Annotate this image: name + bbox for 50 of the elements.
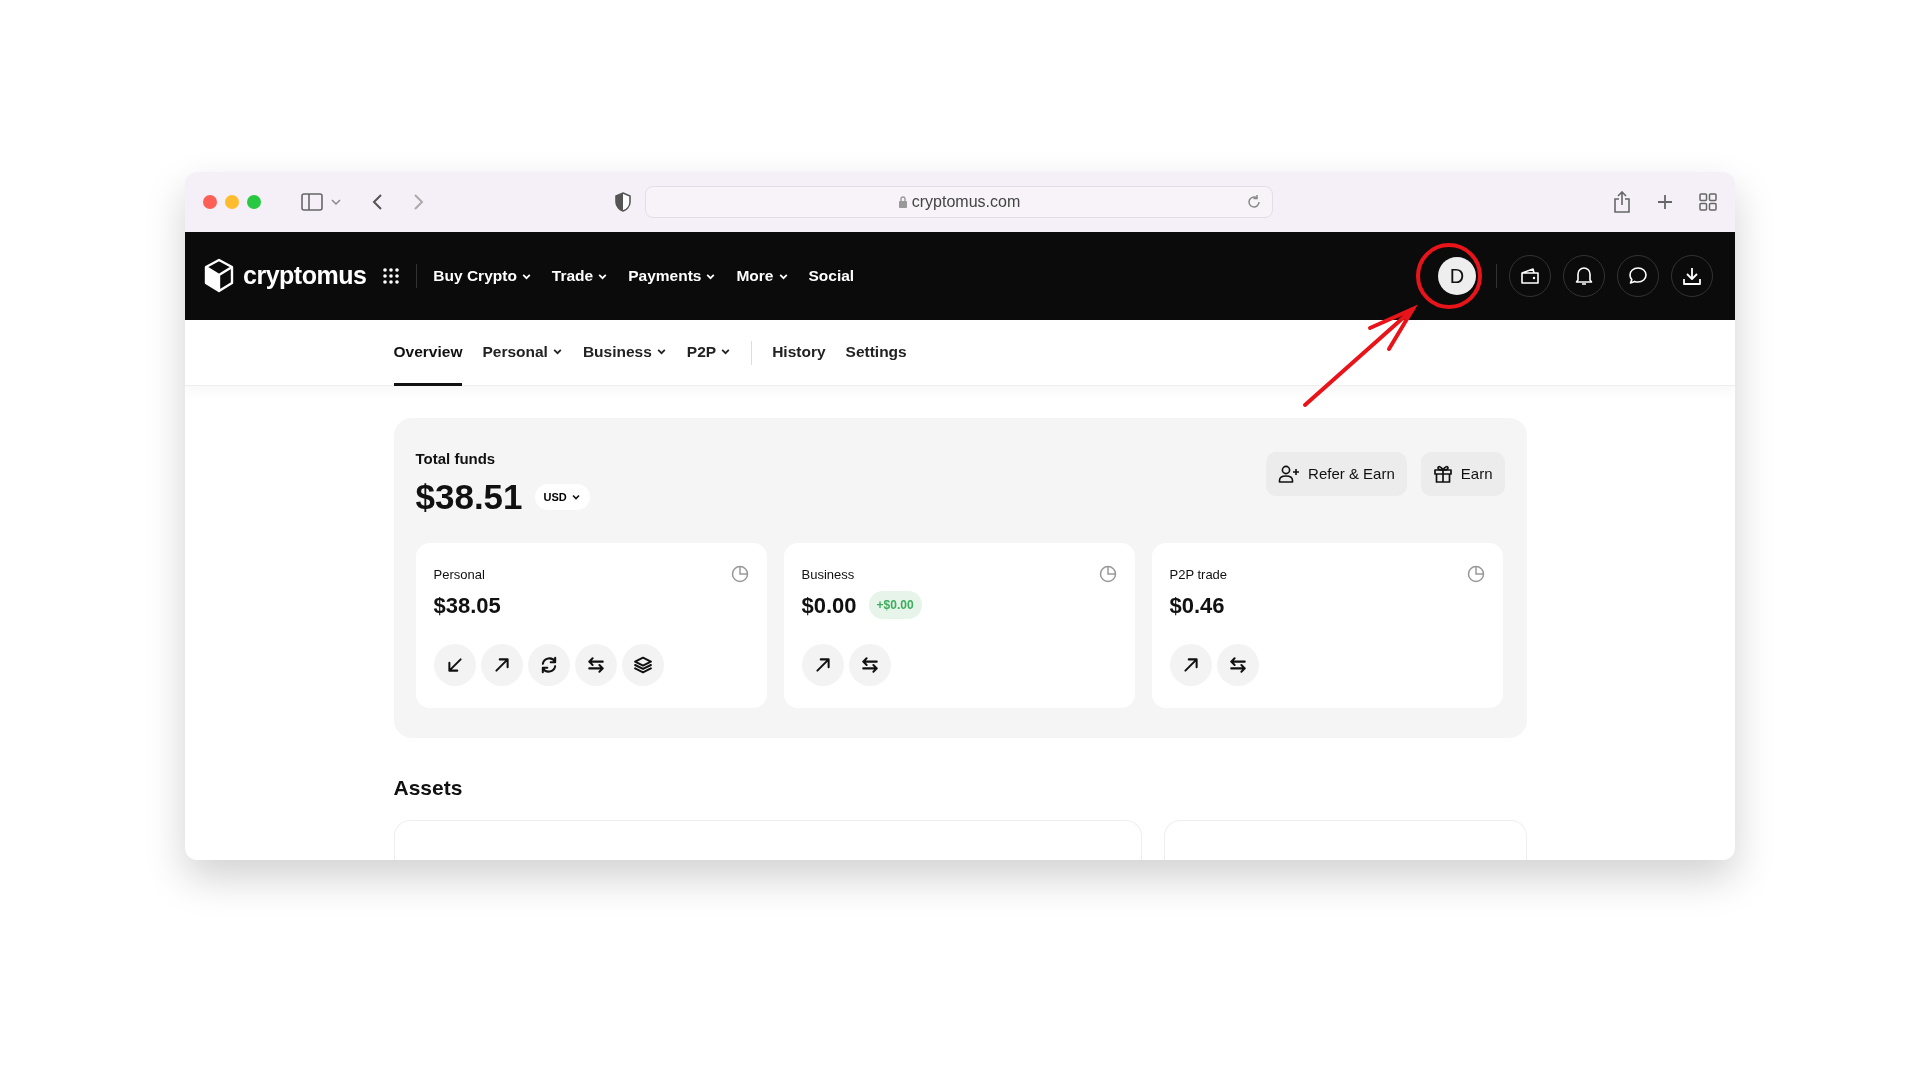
gift-icon [1432,464,1453,484]
pie-chart-icon[interactable] [730,565,749,583]
pie-chart-icon[interactable] [1466,565,1485,583]
nav-menu-item[interactable]: Trade [551,264,609,288]
sidebar-icon[interactable] [301,193,323,211]
wallet-amount: $0.00 [801,591,857,620]
wallet-name: Personal [433,566,485,584]
wallet-name: P2P trade [1169,566,1228,584]
address-bar[interactable]: cryptomus.com [645,186,1273,218]
wallet-amount: $0.46 [1169,591,1225,620]
notifications-icon[interactable] [1563,255,1605,297]
sub-nav-tab[interactable]: Business [582,320,667,386]
nav-menu-item[interactable]: More [736,264,789,288]
annotation-circle [1416,243,1482,309]
url-text: cryptomus.com [911,192,1021,212]
chevron-down-icon[interactable] [331,198,341,206]
back-icon[interactable] [371,193,383,211]
tabs-grid-icon[interactable] [1699,193,1717,211]
sub-nav-tab[interactable]: Settings [845,320,907,386]
sub-nav-tab[interactable]: Overview [393,320,463,386]
action-button[interactable]: Earn [1420,452,1505,496]
reload-icon[interactable] [1246,194,1262,210]
total-amount: $38.51 [415,475,523,518]
share-icon[interactable] [1613,191,1631,213]
avatar-button[interactable]: D [1438,257,1476,295]
new-tab-icon[interactable] [1657,194,1673,210]
nav-menu-item[interactable]: Buy Crypto [433,264,532,288]
add-user-icon [1278,465,1301,483]
download-icon[interactable] [1671,255,1713,297]
apps-grid-icon[interactable] [382,267,401,285]
currency-selector[interactable]: USD [534,483,590,510]
section-heading: Assets [393,775,464,801]
close-window-button[interactable] [203,195,217,209]
wallet-name: Business [801,566,855,584]
lock-icon [897,195,908,209]
brand-name[interactable]: cryptomus [243,257,367,295]
pie-chart-icon[interactable] [1098,565,1117,583]
action-button[interactable]: Refer & Earn [1266,452,1407,496]
sub-nav-tab[interactable]: Personal [482,320,563,386]
total-funds-label: Total funds [415,449,497,469]
nav-menu-item[interactable]: Payments [628,264,717,288]
cube-logo-icon[interactable] [203,258,235,294]
change-badge: +$0.00 [868,591,922,619]
sub-nav-tab[interactable]: History [772,320,826,386]
nav-menu-item[interactable]: Social [808,264,855,288]
sub-nav-tab[interactable]: P2P [686,320,732,386]
chat-icon[interactable] [1617,255,1659,297]
shield-icon[interactable] [615,192,631,212]
wallet-icon[interactable] [1509,255,1551,297]
wallet-amount: $38.05 [433,591,501,620]
